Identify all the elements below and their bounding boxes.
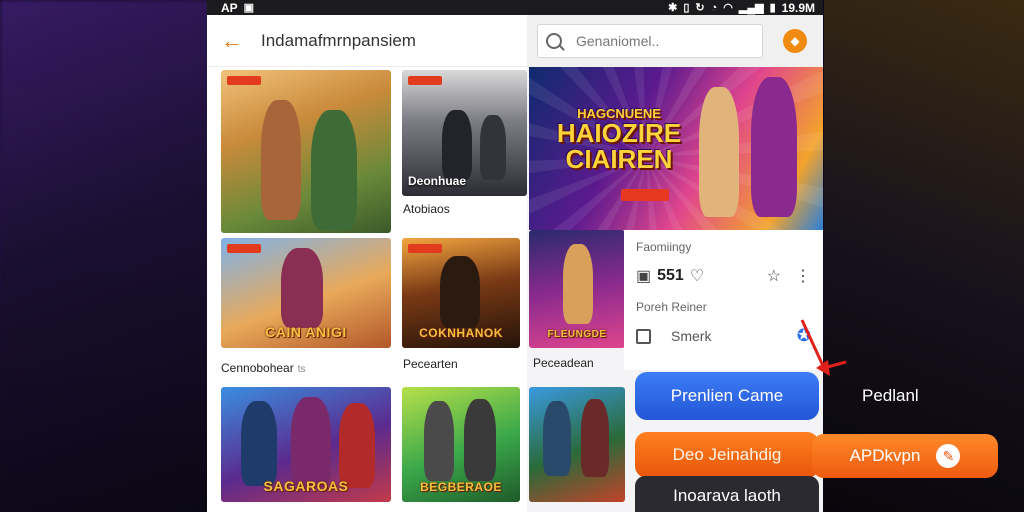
screenshot-icon: ▣ [243,2,255,14]
game-tile[interactable]: CAIN ANIGI [221,238,391,348]
character-art [261,100,301,220]
character-art [424,401,454,481]
tile-title: Cennobohear ts [221,361,306,375]
banner-tag [621,189,669,201]
character-art [339,403,375,488]
game-tile[interactable] [529,387,625,502]
character-art [311,110,357,230]
gamepad-icon: ▣ [636,268,652,285]
background-left [0,0,210,512]
character-art [480,115,506,180]
game-logo: CAIN ANIGI [265,324,347,340]
download-button[interactable]: APDkvpn ✎ [812,434,998,478]
character-art [751,77,797,217]
filter-button[interactable]: ◆ [783,29,807,53]
character-art [581,399,609,477]
info-label: Poreh Reiner [636,300,707,314]
page-title: Indamafmrnpansiem [261,30,416,50]
game-logo: BEGBERAOE [420,480,502,494]
banner-title: HAGCNUENE HAIOZIRE CIAIREN [556,106,682,174]
game-logo: FLEUNGDE [547,329,607,340]
tile-title: Atobiaos [403,202,450,216]
character-art [464,399,496,481]
battery-icon: ▮ [769,2,776,14]
game-tile[interactable]: BEGBERAOE [402,387,520,502]
tile-title: Peceadean [533,356,594,370]
character-art [543,401,571,476]
character-art [442,110,472,180]
character-art [291,397,331,487]
game-logo: COKNHANOK [419,326,503,340]
game-tile[interactable]: COKNHANOK [402,238,520,348]
tile-badge [408,76,442,85]
search-input[interactable]: Genaniomel.. [537,24,763,58]
checkbox-label: Smerk [671,328,712,344]
tile-caption: Deonhuae [408,174,467,188]
pencil-icon: ✎ [936,444,961,468]
character-art [241,401,277,486]
tile-badge [408,244,442,253]
info-label: Faomiingy [636,240,692,254]
star-outline-icon[interactable]: ☆ [767,266,781,286]
checkbox-group: Smerk [636,328,711,344]
game-tile[interactable]: FLEUNGDE [529,230,625,348]
character-art [440,256,480,328]
filter-icon: ◆ [790,34,800,48]
app-header: ← Indamafmrnpansiem [207,15,527,67]
search-row: Genaniomel.. ◆ [527,15,823,67]
checkbox-row: Smerk ✪ [636,326,811,346]
status-time: 19.9M [781,0,815,15]
rating-value: 551 [657,267,684,284]
download-label: APDkvpn [849,446,921,465]
action-group: ☆ ⋮ [767,266,811,286]
secondary-button[interactable]: Deo Jeinahdig [635,432,819,478]
overlay-label: Pedlanl [862,386,919,405]
side-tiles: FLEUNGDE Peceadean [529,230,625,512]
primary-game-button[interactable]: Prenlien Came [635,372,819,420]
tile-badge [227,76,261,85]
bluetooth-icon: ✱ [668,2,678,14]
red-arrow-annotation [800,319,847,376]
alarm-icon: ◔ [710,1,718,14]
left-panel: ← Indamafmrnpansiem Deonhuae Atobiaos CA… [207,15,527,512]
sync-icon: ↻ [695,2,705,14]
more-icon[interactable]: ⋮ [795,266,811,286]
game-tile[interactable]: Deonhuae [402,70,527,196]
signal-icon: ▂▄▆ [738,2,764,14]
status-bar: AP ▣ ✱ ▯ ↻ ◔ ◠ ▂▄▆ ▮ 19.9M [207,0,823,15]
wifi-icon: ◠ [723,2,733,14]
game-tile[interactable] [221,70,391,233]
featured-banner[interactable]: HAGCNUENE HAIOZIRE CIAIREN [529,67,823,230]
status-carrier: AP [221,0,238,15]
tertiary-button[interactable]: Inoarava laoth [635,476,819,512]
heart-icon[interactable]: ♡ [690,266,704,286]
rating-group: ▣ 551 ♡ [636,266,704,286]
sd-card-icon: ▯ [683,2,690,14]
back-arrow-icon[interactable]: ← [221,28,245,54]
rating-row: ▣ 551 ♡ ☆ ⋮ [636,266,811,286]
search-placeholder: Genaniomel.. [576,33,660,49]
character-art [281,248,323,328]
tile-title: Pecearten [403,357,458,371]
game-logo: SAGAROAS [263,478,349,494]
game-tile[interactable]: SAGAROAS [221,387,391,502]
character-art [563,244,593,324]
character-art [699,87,739,217]
tile-badge [227,244,261,253]
search-icon [546,33,562,49]
checkbox[interactable] [636,328,651,344]
game-info-card: Faomiingy ▣ 551 ♡ ☆ ⋮ Poreh Reiner Smerk… [624,230,823,370]
